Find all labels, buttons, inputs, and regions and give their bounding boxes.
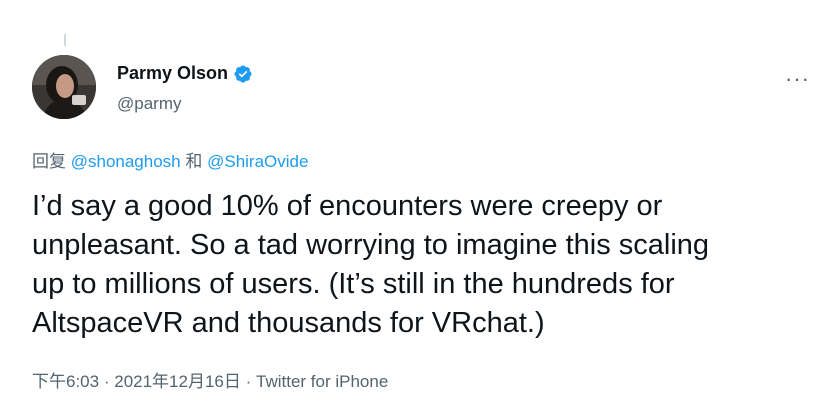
tweet-text-line: up to millions of users. (It’s still in … [32,268,675,300]
separator-dot: · [245,372,252,391]
thread-connector-line [64,34,66,46]
tweet-text-line: AltspaceVR and thousands for VRchat.) [32,307,545,339]
tweet-date[interactable]: 2021年12月16日 [114,372,241,391]
tweet-time[interactable]: 下午6:03 [32,372,99,391]
tweet-source[interactable]: Twitter for iPhone [256,372,388,391]
tweet-metadata: 下午6:03 · 2021年12月16日 · Twitter for iPhon… [32,367,388,392]
mention-link-shiraovide[interactable]: @ShiraOvide [207,152,308,171]
author-name-row: Parmy Olson [117,63,253,84]
avatar-photo [32,55,96,119]
mention-link-shonaghosh[interactable]: @shonaghosh [71,152,181,171]
tweet-text-line: unpleasant. So a tad worrying to imagine… [32,229,710,261]
author-display-name[interactable]: Parmy Olson [117,63,228,84]
tweet-text: I’d say a good 10% of encounters were cr… [32,187,812,343]
tweet-text-line: I’d say a good 10% of encounters were cr… [32,190,663,222]
reply-joiner: 和 [185,152,203,171]
separator-dot: · [103,372,110,391]
verified-badge-icon [234,64,252,83]
more-options-icon[interactable]: ··· [785,68,810,90]
author-handle[interactable]: @parmy [117,94,182,114]
reply-prefix: 回复 [32,152,66,171]
replying-to: 回复 @shonaghosh 和 @ShiraOvide [32,147,308,172]
avatar[interactable] [32,55,96,119]
